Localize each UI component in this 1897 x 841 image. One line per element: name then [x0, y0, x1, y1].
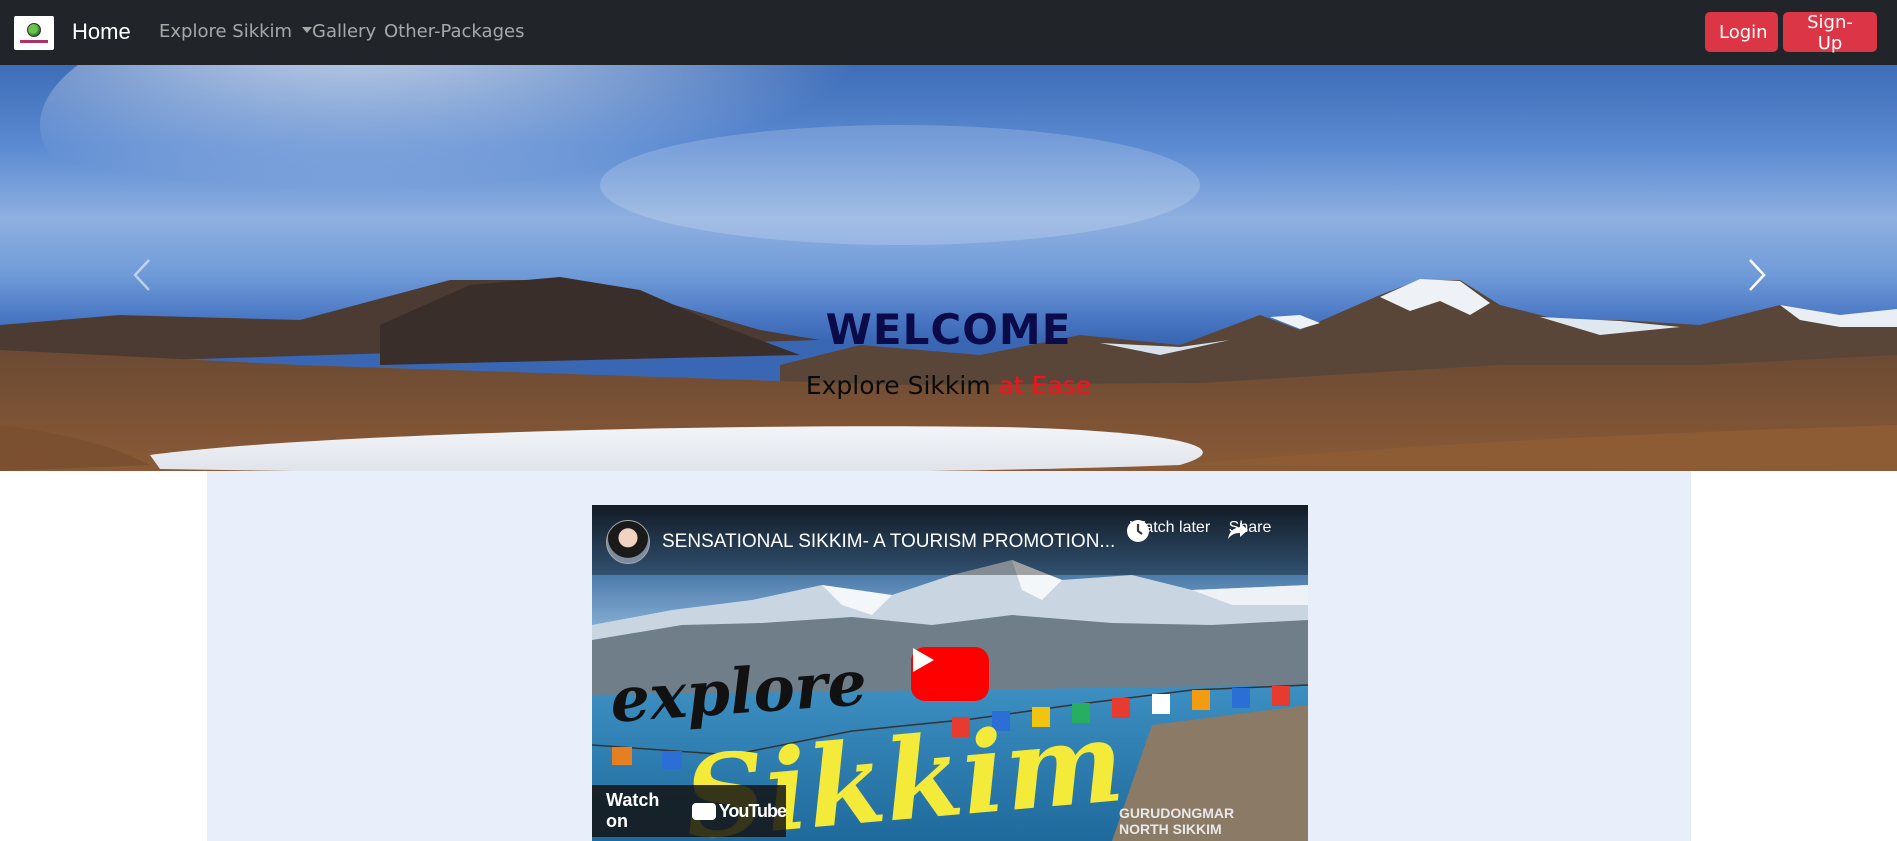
nav-packages-link[interactable]: Other-Packages	[384, 21, 524, 42]
youtube-embed[interactable]: SENSATIONAL SIKKIM- A TOURISM PROMOTION.…	[592, 505, 1308, 841]
hero-subtitle-main: Explore Sikkim	[805, 371, 991, 400]
login-button[interactable]: Login	[1705, 12, 1778, 52]
caret-down-icon	[302, 27, 313, 33]
watch-on-youtube-button[interactable]: Watch on YouTube	[592, 785, 787, 837]
brand-logo[interactable]	[14, 16, 54, 50]
hero-title: WELCOME	[825, 305, 1072, 354]
youtube-wordmark: YouTube	[718, 800, 787, 821]
play-icon	[913, 648, 934, 672]
hero-carousel: WELCOME Explore Sikkim at Ease	[0, 65, 1897, 471]
clock-icon	[1127, 520, 1149, 542]
logo-tagline-mark	[20, 40, 48, 43]
youtube-play-icon	[593, 785, 716, 820]
watch-on-label: Watch on	[606, 790, 660, 831]
chevron-left-icon	[133, 259, 150, 291]
thumbnail-location: GURUDONGMAR NORTH SIKKIM	[1119, 805, 1234, 837]
carousel-next-button[interactable]	[1737, 245, 1777, 305]
top-navbar: Home Explore Sikkim Gallery Other-Packag…	[0, 0, 1897, 65]
youtube-logo: YouTube	[593, 785, 787, 822]
watch-later-button[interactable]: Watch later	[1126, 519, 1214, 542]
hero-mountain-image	[0, 65, 1897, 471]
carousel-prev-button[interactable]	[122, 245, 162, 305]
chevron-right-icon	[1749, 259, 1766, 291]
play-button[interactable]	[911, 647, 989, 701]
nav-explore-dropdown[interactable]: Explore Sikkim	[159, 21, 313, 42]
hero-subtitle-accent: at Ease	[998, 371, 1092, 400]
globe-icon	[27, 23, 41, 37]
nav-gallery-link[interactable]: Gallery	[312, 21, 376, 42]
video-title[interactable]: SENSATIONAL SIKKIM- A TOURISM PROMOTION.…	[662, 531, 1115, 553]
share-button[interactable]: Share	[1226, 519, 1274, 539]
signup-button[interactable]: Sign-Up	[1783, 12, 1877, 54]
location-line-1: GURUDONGMAR	[1119, 805, 1235, 821]
nav-home-link[interactable]: Home	[72, 19, 131, 45]
channel-avatar[interactable]	[606, 520, 650, 564]
location-line-2: NORTH SIKKIM	[1119, 821, 1222, 837]
nav-explore-label: Explore Sikkim	[159, 21, 293, 42]
share-arrow-icon	[1228, 523, 1248, 539]
hero-subtitle: Explore Sikkim at Ease	[0, 371, 1897, 400]
